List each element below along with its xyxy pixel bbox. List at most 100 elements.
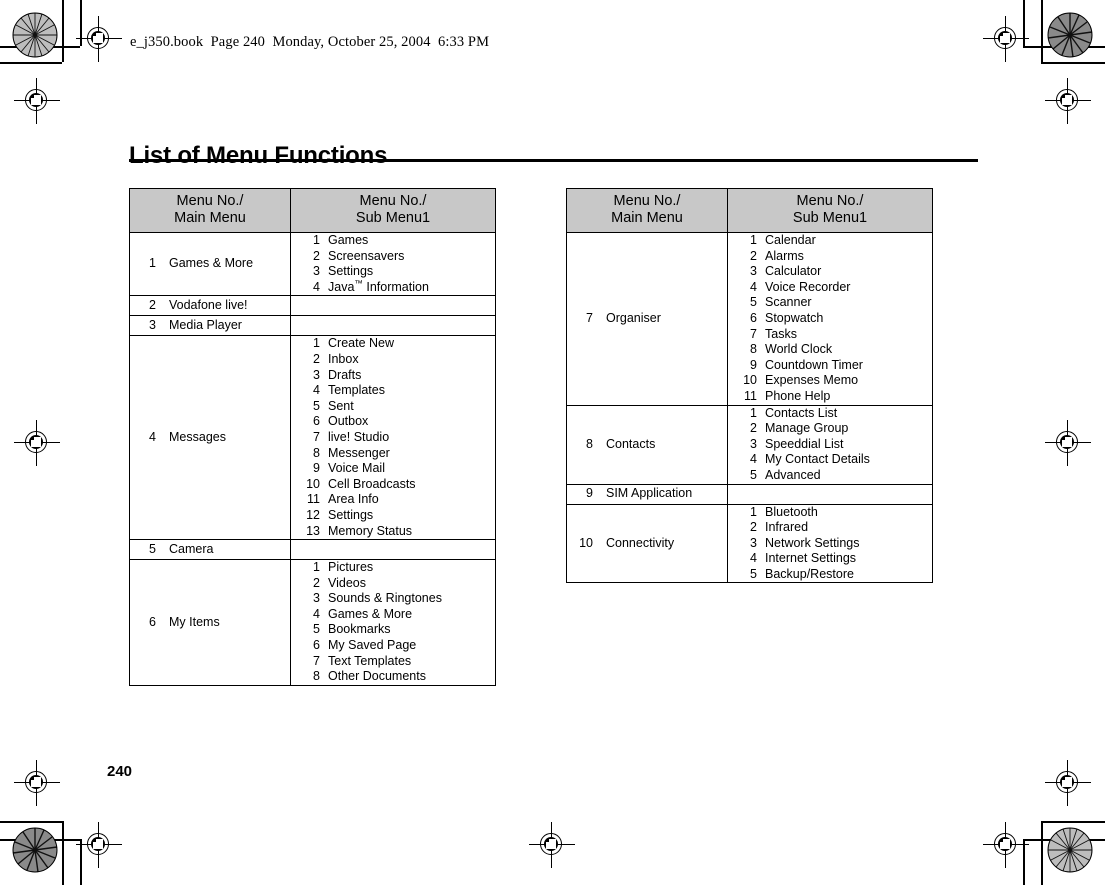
sub-menu-entry: 8 Messenger bbox=[291, 446, 495, 462]
rosette-top-right-glyph bbox=[1047, 12, 1093, 58]
sub-menu-empty bbox=[728, 485, 932, 504]
trim-line-top-right-h bbox=[1041, 62, 1105, 64]
sub-menu-entry: 1 Calendar bbox=[728, 233, 932, 249]
sub-menu-number: 4 bbox=[750, 279, 757, 294]
sub-menu-label: Sent bbox=[328, 398, 354, 413]
table-header-row: Menu No./ Main Menu Menu No./ Sub Menu1 bbox=[129, 188, 496, 233]
main-menu-number: 8 bbox=[586, 436, 593, 451]
column-header-main-line1: Menu No./ bbox=[176, 193, 244, 209]
sub-menu-number: 3 bbox=[313, 367, 320, 382]
sub-menu-number: 4 bbox=[313, 606, 320, 621]
sub-menu-label: World Clock bbox=[765, 342, 833, 357]
table-row: 6 My Items 1 Pictures 2 Videos 3 Sounds & Ringt… bbox=[129, 559, 496, 686]
sub-menu-label: Stopwatch bbox=[765, 310, 824, 325]
table-row: 4 Messages 1 Create New 2 Inbox 3 Drafts 4 Templa… bbox=[129, 335, 496, 541]
sub-menu-entry: 7 live! Studio bbox=[291, 430, 495, 446]
column-header-sub-line1: Menu No./ bbox=[359, 193, 427, 209]
sub-menu-label: Internet Settings bbox=[765, 551, 857, 566]
sub-menu-entry: 3 Settings bbox=[291, 264, 495, 280]
rosette-top-left-glyph bbox=[12, 12, 58, 58]
sub-menu-entry: 10 Cell Broadcasts bbox=[291, 477, 495, 493]
crosshair-top-left-outer bbox=[76, 16, 122, 62]
sub-menu-cell: 1 Games 2 Screensavers 3 Settings 4 Java™ Infor… bbox=[290, 231, 496, 297]
main-menu-cell: 7 Organiser bbox=[566, 232, 728, 406]
sub-menu-label: Alarms bbox=[765, 248, 804, 263]
main-menu-cell: 10 Connectivity bbox=[566, 503, 728, 584]
main-menu-entry: 10 Connectivity bbox=[567, 536, 727, 552]
sub-menu-number: 1 bbox=[750, 504, 757, 519]
main-menu-label: Vodafone live! bbox=[169, 298, 248, 313]
sub-menu-number: 5 bbox=[313, 622, 320, 637]
sub-menu-entry: 4 My Contact Details bbox=[728, 452, 932, 468]
table-row: 3 Media Player bbox=[129, 315, 496, 337]
sub-menu-number: 5 bbox=[750, 467, 757, 482]
sub-menu-label: Calculator bbox=[765, 264, 822, 279]
main-menu-label: Games & More bbox=[169, 256, 254, 271]
sub-menu-label: Videos bbox=[328, 575, 366, 590]
sub-menu-number: 9 bbox=[313, 461, 320, 476]
sub-menu-empty bbox=[291, 296, 495, 315]
sub-menu-number: 2 bbox=[750, 248, 757, 263]
sub-menu-number: 2 bbox=[313, 351, 320, 366]
trim-line-bottom-left-h bbox=[0, 821, 64, 823]
crosshair-mid-left bbox=[14, 420, 60, 466]
sub-menu-label: Bookmarks bbox=[328, 622, 391, 637]
sub-menu-number: 13 bbox=[306, 523, 320, 538]
column-header-main-line2: Main Menu bbox=[611, 210, 683, 226]
crosshair-bottom-center bbox=[529, 822, 575, 868]
sub-menu-label: Text Templates bbox=[328, 653, 412, 668]
sub-menu-label: Expenses Memo bbox=[765, 373, 859, 388]
crosshair-top-left-inner bbox=[14, 78, 60, 124]
sub-menu-number: 1 bbox=[313, 336, 320, 351]
main-menu-label: SIM Application bbox=[606, 486, 693, 501]
main-menu-label: Contacts bbox=[606, 436, 656, 451]
sub-menu-number: 8 bbox=[750, 342, 757, 357]
sub-menu-label: Screensavers bbox=[328, 248, 405, 263]
table-row: 10 Connectivity 1 Bluetooth 2 Infrared 3 Networ… bbox=[566, 503, 933, 584]
main-menu-number: 9 bbox=[586, 486, 593, 501]
sub-menu-number: 10 bbox=[306, 476, 320, 491]
sub-menu-entry: 1 Games bbox=[291, 233, 495, 249]
crosshair-mid-right bbox=[1045, 420, 1091, 466]
main-menu-number: 2 bbox=[149, 298, 156, 313]
table-row: 5 Camera bbox=[129, 539, 496, 561]
table-row: 7 Organiser 1 Calendar 2 Alarms 3 Calculator 4 Vo… bbox=[566, 232, 933, 406]
crosshair-bottom-left-inner bbox=[76, 822, 122, 868]
main-menu-label: Media Player bbox=[169, 318, 242, 333]
sub-menu-number: 2 bbox=[750, 421, 757, 436]
sub-menu-number: 8 bbox=[313, 669, 320, 684]
sub-menu-entry: 4 Java™ Information bbox=[291, 278, 495, 296]
sub-menu-entry: 5 Scanner bbox=[728, 295, 932, 311]
sub-menu-entry: 3 Speeddial List bbox=[728, 437, 932, 453]
sub-menu-entry: 4 Internet Settings bbox=[728, 551, 932, 567]
main-menu-entry: 5 Camera bbox=[130, 542, 290, 558]
main-menu-cell: 4 Messages bbox=[129, 335, 291, 541]
sub-menu-label: Games bbox=[328, 233, 369, 247]
sub-menu-entry: 2 Inbox bbox=[291, 352, 495, 368]
sub-menu-number: 1 bbox=[750, 233, 757, 247]
sub-menu-label: Outbox bbox=[328, 414, 369, 429]
sub-menu-entry: 13 Memory Status bbox=[291, 524, 495, 540]
sub-menu-number: 3 bbox=[313, 591, 320, 606]
sub-menu-label: Tasks bbox=[765, 326, 797, 341]
sub-menu-label: Settings bbox=[328, 264, 374, 279]
main-menu-label: Camera bbox=[169, 541, 214, 556]
sub-menu-label: Voice Recorder bbox=[765, 279, 851, 294]
sub-menu-label: Network Settings bbox=[765, 535, 860, 550]
sub-menu-entry: 4 Games & More bbox=[291, 607, 495, 623]
sub-menu-entry: 4 Templates bbox=[291, 383, 495, 399]
sub-menu-label: Countdown Timer bbox=[765, 357, 863, 372]
column-header-main-menu: Menu No./ Main Menu bbox=[566, 188, 728, 233]
sub-menu-entry: 2 Infrared bbox=[728, 520, 932, 536]
sub-menu-label: Cell Broadcasts bbox=[328, 476, 416, 491]
column-header-sub-line2: Sub Menu1 bbox=[792, 210, 868, 226]
sub-menu-cell bbox=[727, 483, 933, 505]
sub-menu-cell: 1 Contacts List 2 Manage Group 3 Speeddial Li… bbox=[727, 404, 933, 485]
main-menu-cell: 6 My Items bbox=[129, 559, 291, 686]
main-menu-cell: 9 SIM Application bbox=[566, 483, 728, 505]
sub-menu-entry: 2 Screensavers bbox=[291, 249, 495, 265]
main-menu-entry: 2 Vodafone live! bbox=[130, 298, 290, 314]
main-menu-number: 6 bbox=[149, 614, 156, 629]
main-menu-cell: 1 Games & More bbox=[129, 231, 291, 297]
table-row: 2 Vodafone live! bbox=[129, 295, 496, 317]
